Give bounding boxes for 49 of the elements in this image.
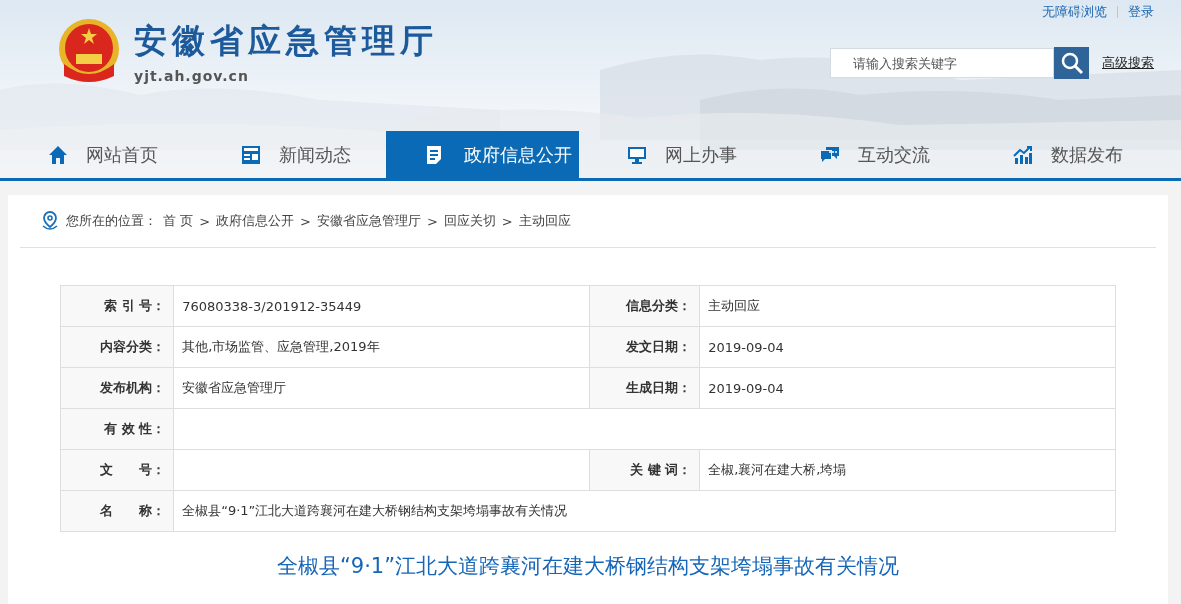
breadcrumb-link[interactable]: 回应关切	[443, 212, 496, 230]
field-label: 发文日期：	[589, 326, 700, 368]
breadcrumb-link[interactable]: 主动回应	[518, 212, 571, 230]
search-field[interactable]: 请输入搜索关键字	[830, 48, 1054, 78]
bar-chart-icon	[1013, 144, 1033, 165]
field-label: 发布机构：	[60, 367, 174, 409]
nav-tab[interactable]: 网站首页	[0, 131, 193, 178]
field-label: 内容分类：	[60, 326, 174, 368]
nav-tab[interactable]: 政府信息公开	[386, 131, 579, 178]
breadcrumb-link[interactable]: 政府信息公开	[216, 212, 295, 230]
document-icon	[424, 144, 444, 165]
breadcrumb-link[interactable]: 安徽省应急管理厅	[316, 212, 421, 230]
site-url: yjt.ah.gov.cn	[134, 67, 250, 84]
location-pin-icon	[40, 210, 60, 232]
field-label: 文 号：	[60, 449, 174, 491]
emblem-icon	[56, 18, 122, 84]
field-value: 其他,市场监管、应急管理,2019年	[173, 326, 590, 368]
nav-tab[interactable]: 新闻动态	[193, 131, 386, 178]
chat-icon	[820, 144, 840, 165]
field-value: 主动回应	[699, 285, 1116, 327]
nav-tab[interactable]: 网上办事	[579, 131, 772, 178]
advanced-search-link[interactable]: 高级搜索	[1102, 54, 1154, 72]
breadcrumb-label: 您所在的位置：	[66, 212, 157, 230]
field-value: 2019-09-04	[699, 326, 1116, 368]
field-value: 2019-09-04	[699, 367, 1116, 409]
login-link[interactable]: 登录	[1128, 3, 1154, 21]
field-label: 关 键 词：	[589, 449, 700, 491]
field-value: 76080338-3/201912-35449	[173, 285, 590, 327]
breadcrumb-separator: >	[300, 213, 311, 229]
field-label: 名 称：	[60, 490, 174, 532]
breadcrumb-link[interactable]: 首 页	[163, 212, 194, 230]
field-label: 有 效 性：	[60, 408, 174, 450]
breadcrumb-separator: >	[426, 213, 438, 229]
article-title: 全椒县“9·1”江北大道跨襄河在建大桥钢结构支架垮塌事故有关情况	[275, 553, 901, 580]
site-title: 安徽省应急管理厅	[134, 19, 438, 62]
nav-tab[interactable]: 互动交流	[772, 131, 965, 178]
breadcrumb-separator: >	[501, 213, 513, 229]
breadcrumb-separator: >	[199, 213, 211, 229]
field-label: 索 引 号：	[60, 285, 174, 327]
accessibility-link[interactable]: 无障碍浏览	[1042, 3, 1107, 21]
search-button[interactable]	[1054, 47, 1089, 79]
field-value: 安徽省应急管理厅	[173, 367, 590, 409]
home-icon	[48, 144, 68, 165]
nav-tab[interactable]: 数据发布	[965, 131, 1158, 178]
field-value: 全椒,襄河在建大桥,垮塌	[699, 449, 1116, 491]
monitor-icon	[627, 144, 647, 165]
field-label: 信息分类：	[589, 285, 700, 327]
field-value: 全椒县“9·1”江北大道跨襄河在建大桥钢结构支架垮塌事故有关情况	[173, 490, 1116, 532]
field-label: 生成日期：	[589, 367, 700, 409]
